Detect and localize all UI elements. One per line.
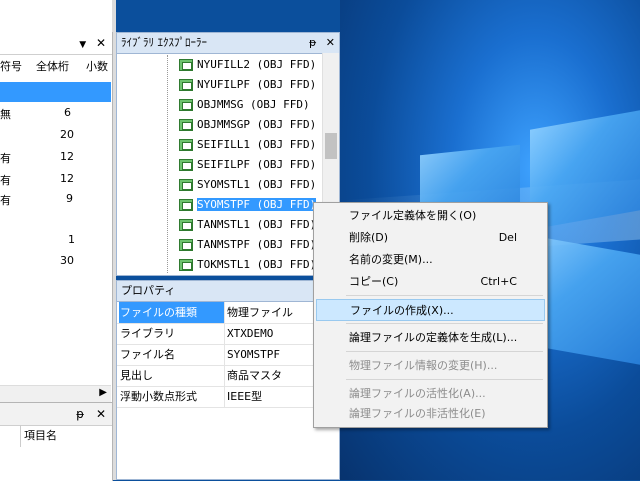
menu-item-delete[interactable]: 削除(D) Del	[316, 227, 545, 249]
menu-item-open-definition[interactable]: ファイル定義体を開く(O)	[316, 205, 545, 227]
menu-item-copy[interactable]: コピー(C) Ctrl+C	[316, 271, 545, 293]
menu-item-deactivate-logical-file[interactable]: 論理ファイルの非活性化(E)	[316, 403, 545, 425]
field-row[interactable]: 無6	[0, 106, 111, 126]
context-menu: ファイル定義体を開く(O) 削除(D) Del 名前の変更(M)... コピー(C…	[313, 202, 548, 428]
tree-item-file[interactable]: OBJMMSGP (OBJ FFD)	[179, 115, 316, 134]
tree-item-file[interactable]: OBJMMSG (OBJ FFD)	[179, 95, 310, 114]
tree-item-file[interactable]: SEIFILL1 (OBJ FFD)	[179, 135, 316, 154]
pin-icon[interactable]: ᵽ	[309, 36, 316, 49]
item-panel-header: ᵽ ✕	[0, 403, 112, 426]
property-row[interactable]: 見出し 商品マスタ	[117, 365, 339, 387]
horizontal-scrollbar[interactable]: ▶	[0, 385, 111, 402]
library-explorer-title-text: ﾗｲﾌﾞﾗﾘ ｴｸｽﾌﾟﾛｰﾗｰ	[121, 36, 207, 49]
file-icon	[179, 259, 193, 271]
file-icon	[179, 239, 193, 251]
tree-item-file[interactable]: NYUFILPF (OBJ FFD)	[179, 75, 316, 94]
close-icon[interactable]: ✕	[326, 36, 335, 49]
field-row[interactable]: 有 12	[0, 172, 111, 192]
dropdown-icon[interactable]: ▼	[79, 40, 86, 50]
file-icon	[179, 119, 193, 131]
property-row[interactable]: ライブラリ XTXDEMO	[117, 323, 339, 345]
tree-item-file[interactable]: TOKMSTL1 (OBJ FFD)	[179, 255, 316, 274]
field-row[interactable]: 20	[0, 128, 111, 148]
left-panel-top	[0, 0, 112, 32]
column-header-decimal[interactable]: 小数	[86, 58, 108, 78]
menu-separator	[346, 323, 543, 324]
file-icon	[179, 79, 193, 91]
tree-item-file-selected[interactable]: SYOMSTPF (OBJ FFD)	[179, 195, 317, 214]
properties-panel: プロパティ ファイルの種類 物理ファイル ライブラリ XTXDEMO ファイル名 SY…	[116, 280, 340, 480]
library-explorer-panel: ﾗｲﾌﾞﾗﾘ ｴｸｽﾌﾟﾛｰﾗｰ ᵽ ✕ NYUFILL2 (OBJ FFD) …	[116, 32, 340, 276]
file-icon	[179, 199, 193, 211]
field-list-panel: ▼ ✕ 符号 全体桁 小数 無6 20 有 12 有 12 有9 1 30 ▶	[0, 32, 113, 402]
menu-item-rename[interactable]: 名前の変更(M)...	[316, 249, 545, 271]
selected-field-row[interactable]	[0, 82, 111, 102]
tree-line	[167, 55, 169, 273]
properties-title: プロパティ	[117, 281, 339, 302]
field-panel-header: ▼ ✕	[0, 32, 112, 55]
close-icon[interactable]: ✕	[96, 407, 106, 421]
pin-icon[interactable]: ᵽ	[76, 407, 84, 421]
column-header-total-digits[interactable]: 全体桁	[36, 58, 69, 78]
scrollbar-thumb[interactable]	[325, 133, 337, 159]
file-icon	[179, 139, 193, 151]
menu-item-change-physical-file-info[interactable]: 物理ファイル情報の変更(H)...	[316, 355, 545, 377]
close-icon[interactable]: ✕	[96, 36, 106, 50]
scroll-right-icon[interactable]: ▶	[99, 387, 107, 398]
file-icon	[179, 159, 193, 171]
file-icon	[179, 219, 193, 231]
menu-item-activate-logical-file[interactable]: 論理ファイルの活性化(A)...	[316, 383, 545, 405]
field-row[interactable]: 30	[0, 254, 111, 274]
menu-item-create-file[interactable]: ファイルの作成(X)...	[316, 299, 545, 321]
menu-separator	[346, 351, 543, 352]
tree-item-file[interactable]: SEIFILPF (OBJ FFD)	[179, 155, 316, 174]
tree-item-file[interactable]: TANMSTPF (OBJ FFD)	[179, 235, 316, 254]
property-row[interactable]: ファイル名 SYOMSTPF	[117, 344, 339, 366]
library-explorer-title: ﾗｲﾌﾞﾗﾘ ｴｸｽﾌﾟﾛｰﾗｰ ᵽ ✕	[117, 33, 339, 54]
tree-item-file[interactable]: SYOMSTL1 (OBJ FFD)	[179, 175, 316, 194]
property-row[interactable]: 浮動小数点形式 IEEE型	[117, 386, 339, 408]
file-icon	[179, 179, 193, 191]
menu-item-generate-logical-definition[interactable]: 論理ファイルの定義体を生成(L)...	[316, 327, 545, 349]
column-header-sign[interactable]: 符号	[0, 58, 22, 78]
tree-item-file[interactable]: TANMSTL1 (OBJ FFD)	[179, 215, 316, 234]
field-row[interactable]: 有9	[0, 192, 111, 212]
column-header-item-name[interactable]: 項目名	[20, 425, 57, 447]
menu-separator	[346, 295, 543, 296]
file-icon	[179, 59, 193, 71]
tree-item-file[interactable]: NYUFILL2 (OBJ FFD)	[179, 55, 316, 74]
field-row[interactable]: 有 12	[0, 150, 111, 170]
field-row[interactable]: 1	[0, 233, 111, 253]
item-list-panel: ᵽ ✕ 項目名	[0, 402, 113, 481]
file-icon	[179, 99, 193, 111]
menu-separator	[346, 379, 543, 380]
property-row[interactable]: ファイルの種類 物理ファイル	[117, 302, 339, 324]
